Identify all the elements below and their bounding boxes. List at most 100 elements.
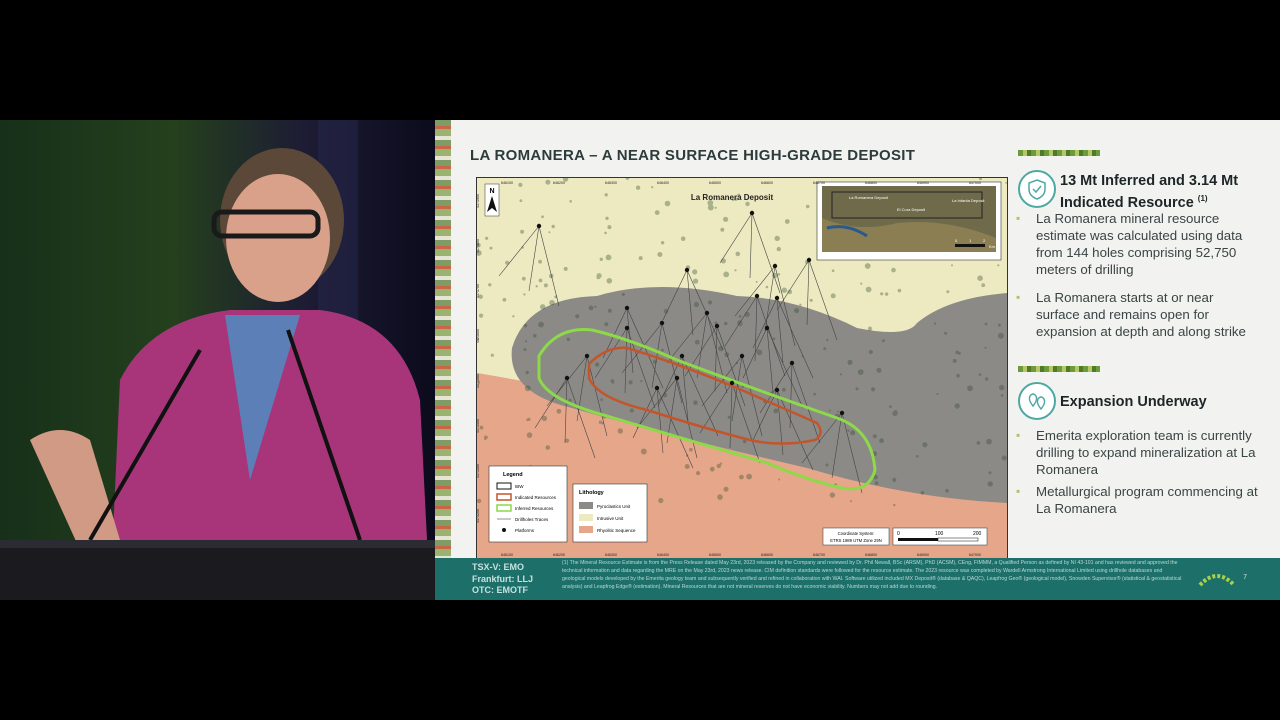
decorative-stripe xyxy=(1018,150,1100,156)
map-legend: Legend IBW Indicated Resources Inferred … xyxy=(488,465,568,543)
map-y-tick: 4171700 xyxy=(477,284,480,298)
drill-platform xyxy=(659,320,665,326)
bullet-text: La Romanera mineral resource estimate wa… xyxy=(1016,210,1256,278)
section-title-expansion: Expansion Underway xyxy=(1060,394,1207,410)
drill-platform xyxy=(774,295,780,301)
map-x-tick: 646500 xyxy=(709,553,721,557)
map-x-tick: 646300 xyxy=(605,181,617,185)
section-title-resource: 13 Mt Inferred and 3.14 Mt Indicated Res… xyxy=(1060,173,1239,211)
drill-platform xyxy=(739,353,745,359)
map-canvas: La Romanera Deposit N La Romanera Deposi… xyxy=(477,178,1007,558)
svg-text:Platforms: Platforms xyxy=(515,528,535,533)
map-y-tick: 4171600 xyxy=(477,329,480,343)
svg-text:Legend: Legend xyxy=(503,472,523,478)
map-x-tick: 646900 xyxy=(917,181,929,185)
map-x-tick: 646400 xyxy=(657,181,669,185)
speaker-video xyxy=(0,120,435,600)
map-y-tick: 4171800 xyxy=(477,239,480,253)
scale-bar: 0 100 200 xyxy=(892,527,988,546)
drill-platform xyxy=(789,360,795,366)
map-x-tick: 646100 xyxy=(501,553,513,557)
inset-label: El Cura Deposit xyxy=(897,207,926,212)
svg-text:IBW: IBW xyxy=(515,484,524,489)
drill-platform xyxy=(772,263,778,269)
drill-platform xyxy=(536,223,542,229)
map-pins-icon xyxy=(1018,382,1056,420)
bullet-text: Metallurgical program commencing at La R… xyxy=(1016,483,1260,517)
svg-text:Coordinate System:: Coordinate System: xyxy=(838,531,875,536)
footnote: (1) The Mineral Resource Estimate is fro… xyxy=(562,560,1182,590)
coordinate-system: Coordinate System: ETRS 1989 UTM Zone 29… xyxy=(822,527,890,546)
svg-text:Lithology: Lithology xyxy=(579,490,605,496)
right-column: 13 Mt Inferred and 3.14 Mt Indicated Res… xyxy=(1015,120,1280,560)
stock-tickers: TSX-V: EMO Frankfurt: LLJ OTC: EMOTF xyxy=(472,562,534,595)
drill-platform xyxy=(674,375,680,381)
map-x-tick: 646700 xyxy=(813,553,825,557)
map-x-tick: 646500 xyxy=(709,181,721,185)
speaker-figure xyxy=(0,120,435,600)
drill-platform xyxy=(754,293,760,299)
drill-platform xyxy=(584,353,590,359)
presentation-slide: LA ROMANERA – A NEAR SURFACE HIGH-GRADE … xyxy=(435,120,1280,600)
map-y-tick: 4171400 xyxy=(477,419,480,433)
page-number: 7 xyxy=(1243,574,1247,581)
slide-footer: TSX-V: EMO Frankfurt: LLJ OTC: EMOTF (1)… xyxy=(435,558,1280,600)
map-y-tick: 4171300 xyxy=(477,464,480,478)
drill-platform xyxy=(624,325,630,331)
drill-platform xyxy=(806,257,812,263)
slide-title: LA ROMANERA – A NEAR SURFACE HIGH-GRADE … xyxy=(470,147,916,164)
svg-text:Rhyolitic Sequence: Rhyolitic Sequence xyxy=(597,528,636,533)
map-y-tick: 4171500 xyxy=(477,374,480,388)
drill-platform xyxy=(714,323,720,329)
inset-label: La Romanera Deposit xyxy=(849,195,889,200)
svg-text:Km: Km xyxy=(989,244,996,249)
inset-map: La Romanera Deposit El Cura Deposit La I… xyxy=(816,181,1002,261)
svg-text:200: 200 xyxy=(973,531,982,537)
shield-check-icon xyxy=(1018,170,1056,208)
drill-platform xyxy=(624,305,630,311)
drill-platform xyxy=(764,325,770,331)
geology-map: La Romanera Deposit N La Romanera Deposi… xyxy=(476,177,1008,559)
inset-label: La Infanta Deposit xyxy=(952,198,985,203)
map-x-tick: 646600 xyxy=(761,553,773,557)
lithology-legend: Lithology Pyroclastics Unit Intrusive Un… xyxy=(572,483,648,543)
svg-text:0: 0 xyxy=(897,531,900,537)
drill-platform xyxy=(654,385,660,391)
svg-text:Pyroclastics Unit: Pyroclastics Unit xyxy=(597,504,631,509)
map-x-tick: 646300 xyxy=(605,553,617,557)
map-y-tick: 4171900 xyxy=(477,194,480,208)
map-x-tick: 647000 xyxy=(969,181,981,185)
company-logo xyxy=(1198,574,1236,587)
north-arrow: N xyxy=(484,183,500,217)
map-x-tick: 647000 xyxy=(969,553,981,557)
svg-text:Indicated Resources: Indicated Resources xyxy=(515,495,557,500)
map-x-tick: 646800 xyxy=(865,181,877,185)
drill-platform xyxy=(839,410,845,416)
decorative-stripe xyxy=(1018,366,1100,372)
svg-text:ETRS 1989 UTM Zone 29N: ETRS 1989 UTM Zone 29N xyxy=(830,538,881,543)
bullet-text: La Romanera starts at or near surface an… xyxy=(1016,289,1256,340)
map-x-tick: 646200 xyxy=(553,553,565,557)
bullet-text: Emerita exploration team is currently dr… xyxy=(1016,427,1258,478)
map-x-tick: 646800 xyxy=(865,553,877,557)
svg-text:Inferred Resources: Inferred Resources xyxy=(515,506,554,511)
svg-text:100: 100 xyxy=(935,531,944,537)
svg-text:Intrusive Unit: Intrusive Unit xyxy=(597,516,624,521)
decorative-strip xyxy=(435,120,451,600)
drill-platform xyxy=(774,387,780,393)
map-x-tick: 646100 xyxy=(501,181,513,185)
svg-text:Drillholes Traces: Drillholes Traces xyxy=(515,517,549,522)
map-x-tick: 646400 xyxy=(657,553,669,557)
drill-platform xyxy=(564,375,570,381)
drill-platform xyxy=(704,310,710,316)
drill-platform xyxy=(749,210,755,216)
map-x-tick: 646700 xyxy=(813,181,825,185)
deposit-label: La Romanera Deposit xyxy=(691,193,774,202)
drill-platform xyxy=(679,353,685,359)
drill-platform xyxy=(684,267,690,273)
map-x-tick: 646200 xyxy=(553,181,565,185)
map-y-tick: 4171200 xyxy=(477,509,480,523)
map-x-tick: 646900 xyxy=(917,553,929,557)
svg-text:N: N xyxy=(489,188,494,195)
map-x-tick: 646600 xyxy=(761,181,773,185)
